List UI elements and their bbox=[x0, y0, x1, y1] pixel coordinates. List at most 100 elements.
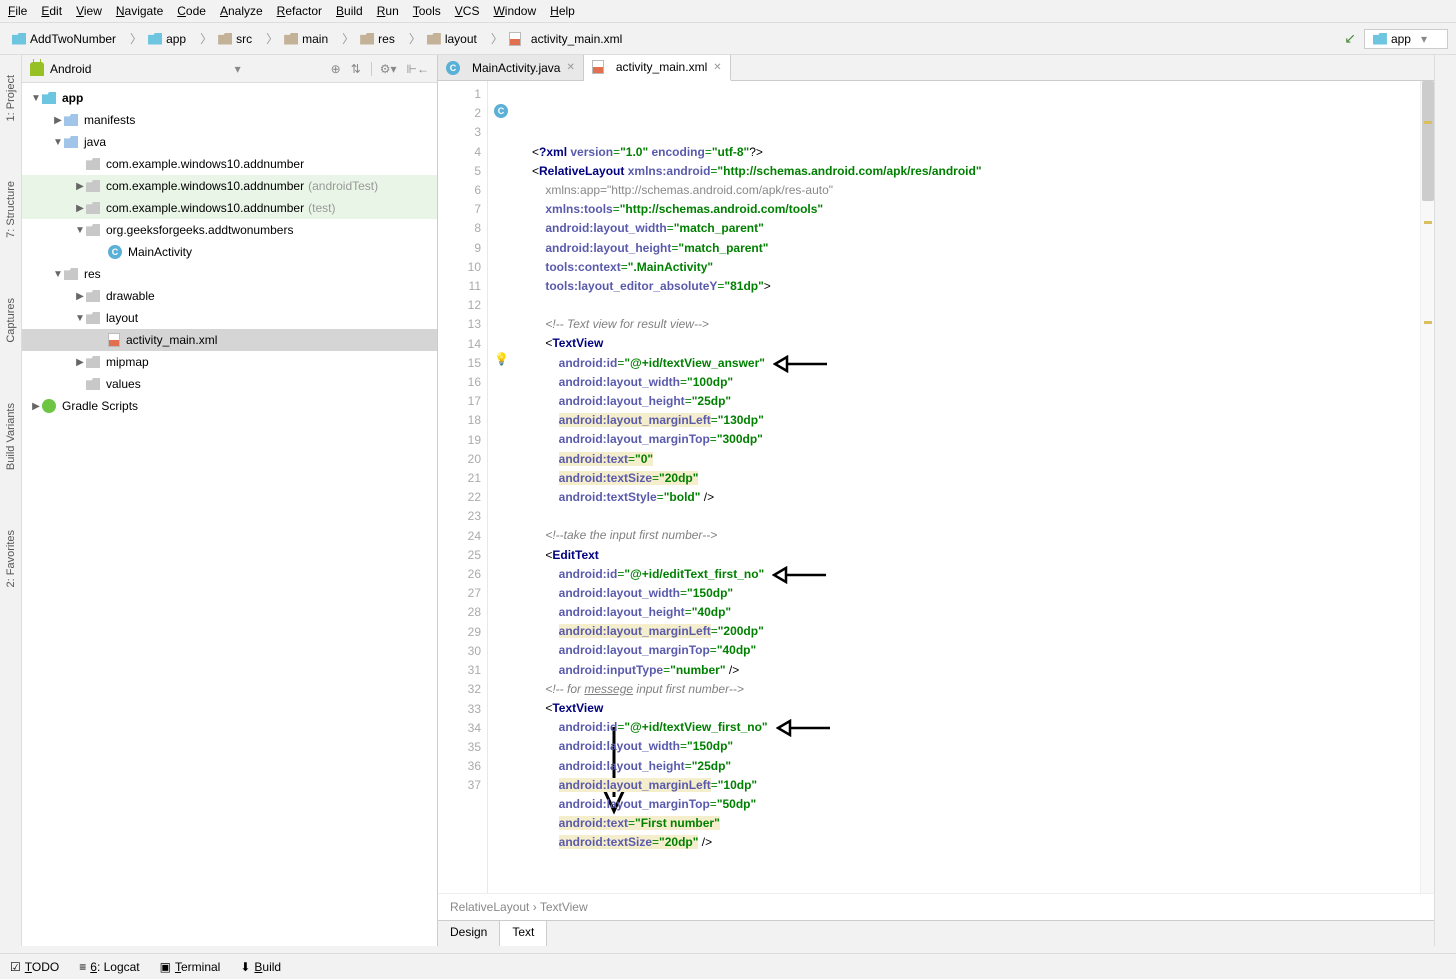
menu-help[interactable]: Help bbox=[550, 4, 575, 18]
bottom-tab-build[interactable]: ⬇Build bbox=[240, 960, 281, 974]
code-line[interactable]: android:layout_height="match_parent" bbox=[532, 239, 1420, 258]
editor-mode-tab-design[interactable]: Design bbox=[438, 921, 500, 946]
menu-refactor[interactable]: Refactor bbox=[277, 4, 322, 18]
code-line[interactable]: android:layout_width="150dp" bbox=[532, 737, 1420, 756]
editor-tab[interactable]: activity_main.xml✕ bbox=[584, 55, 731, 81]
menu-file[interactable]: File bbox=[8, 4, 27, 18]
code-line[interactable]: <!-- for messege input first number--> bbox=[532, 680, 1420, 699]
breadcrumb-item[interactable]: 〉layout bbox=[403, 28, 481, 49]
breadcrumb-item[interactable]: 〉res bbox=[336, 28, 399, 49]
code-line[interactable]: android:text="0" bbox=[532, 450, 1420, 469]
code-line[interactable]: android:layout_marginLeft="130dp" bbox=[532, 411, 1420, 430]
code-line[interactable]: <RelativeLayout xmlns:android="http://sc… bbox=[532, 162, 1420, 181]
tree-item[interactable]: ▶drawable bbox=[22, 285, 437, 307]
bottom-tab-terminal[interactable]: ▣Terminal bbox=[160, 960, 221, 974]
expand-arrow[interactable]: ▶ bbox=[30, 401, 42, 412]
code-line[interactable]: android:layout_width="100dp" bbox=[532, 373, 1420, 392]
code-line[interactable]: android:layout_height="25dp" bbox=[532, 757, 1420, 776]
code-breadcrumb-item[interactable]: TextView bbox=[540, 900, 588, 914]
code-line[interactable] bbox=[532, 296, 1420, 315]
expand-arrow[interactable]: ▼ bbox=[52, 269, 64, 280]
code-line[interactable]: <!-- Text view for result view--> bbox=[532, 315, 1420, 334]
tree-item[interactable]: ▼res bbox=[22, 263, 437, 285]
code-line[interactable]: android:id="@+id/textView_first_no" bbox=[532, 718, 1420, 737]
code-editor[interactable]: <?xml version="1.0" encoding="utf-8"?><R… bbox=[516, 81, 1420, 893]
code-line[interactable]: android:layout_height="25dp" bbox=[532, 392, 1420, 411]
minimize-icon[interactable]: ⊩← bbox=[407, 62, 429, 76]
code-line[interactable]: android:layout_marginTop="40dp" bbox=[532, 641, 1420, 660]
code-line[interactable]: android:layout_width="match_parent" bbox=[532, 219, 1420, 238]
tree-item[interactable]: ▼org.geeksforgeeks.addtwonumbers bbox=[22, 219, 437, 241]
close-icon[interactable]: ✕ bbox=[566, 62, 574, 73]
breadcrumb-item[interactable]: 〉activity_main.xml bbox=[485, 28, 626, 49]
tree-item[interactable]: activity_main.xml bbox=[22, 329, 437, 351]
scrollbar[interactable] bbox=[1420, 81, 1434, 893]
menu-window[interactable]: Window bbox=[493, 4, 536, 18]
code-breadcrumb[interactable]: RelativeLayout › TextView bbox=[438, 893, 1434, 920]
menu-run[interactable]: Run bbox=[377, 4, 399, 18]
chevron-down-icon[interactable]: ▾ bbox=[235, 62, 241, 76]
menu-navigate[interactable]: Navigate bbox=[116, 4, 163, 18]
left-tab-structure[interactable]: 7: Structure bbox=[5, 181, 17, 238]
code-breadcrumb-item[interactable]: RelativeLayout bbox=[450, 900, 529, 914]
expand-arrow[interactable]: ▼ bbox=[30, 93, 42, 104]
left-tab-project[interactable]: 1: Project bbox=[5, 75, 17, 121]
project-tree[interactable]: ▼app▶manifests▼javacom.example.windows10… bbox=[22, 83, 437, 946]
code-line[interactable]: android:id="@+id/textView_answer" bbox=[532, 354, 1420, 373]
menu-analyze[interactable]: Analyze bbox=[220, 4, 263, 18]
code-line[interactable]: <EditText bbox=[532, 546, 1420, 565]
code-line[interactable]: android:layout_marginLeft="10dp" bbox=[532, 776, 1420, 795]
code-line[interactable]: android:inputType="number" /> bbox=[532, 661, 1420, 680]
code-line[interactable]: android:layout_marginTop="50dp" bbox=[532, 795, 1420, 814]
tree-item[interactable]: ▶manifests bbox=[22, 109, 437, 131]
expand-arrow[interactable]: ▶ bbox=[74, 181, 86, 192]
menu-edit[interactable]: Edit bbox=[41, 4, 62, 18]
expand-arrow[interactable]: ▼ bbox=[74, 313, 86, 324]
related-class-icon[interactable]: C bbox=[494, 104, 508, 118]
expand-arrow[interactable]: ▼ bbox=[52, 137, 64, 148]
code-line[interactable]: android:text="First number" bbox=[532, 814, 1420, 833]
editor-mode-tab-text[interactable]: Text bbox=[500, 921, 547, 946]
tree-item[interactable]: com.example.windows10.addnumber bbox=[22, 153, 437, 175]
breadcrumb-item[interactable]: 〉src bbox=[194, 28, 256, 49]
close-icon[interactable]: ✕ bbox=[713, 62, 721, 73]
code-line[interactable]: android:layout_marginLeft="200dp" bbox=[532, 622, 1420, 641]
code-line[interactable]: android:textSize="20dp" bbox=[532, 469, 1420, 488]
code-area[interactable]: 1234567891011121314151617181920212223242… bbox=[438, 81, 1434, 893]
tree-item[interactable]: ▼layout bbox=[22, 307, 437, 329]
code-line[interactable]: tools:layout_editor_absoluteY="81dp"> bbox=[532, 277, 1420, 296]
code-line[interactable]: android:layout_height="40dp" bbox=[532, 603, 1420, 622]
expand-arrow[interactable]: ▶ bbox=[74, 291, 86, 302]
menu-build[interactable]: Build bbox=[336, 4, 363, 18]
breadcrumb-item[interactable]: AddTwoNumber bbox=[8, 30, 120, 48]
autoscroll-icon[interactable]: ⇅ bbox=[351, 62, 361, 76]
left-tab-buildvariants[interactable]: Build Variants bbox=[5, 403, 17, 470]
hide-icon[interactable]: ⚙▾ bbox=[371, 62, 397, 76]
tree-item[interactable]: ▼app bbox=[22, 87, 437, 109]
code-line[interactable]: android:id="@+id/editText_first_no" bbox=[532, 565, 1420, 584]
code-line[interactable]: <TextView bbox=[532, 334, 1420, 353]
code-line[interactable]: <!--take the input first number--> bbox=[532, 526, 1420, 545]
code-line[interactable] bbox=[532, 507, 1420, 526]
tree-item[interactable]: values bbox=[22, 373, 437, 395]
tree-item[interactable]: ▶Gradle Scripts bbox=[22, 395, 437, 417]
collapse-icon[interactable]: ⊕ bbox=[331, 62, 341, 76]
editor-tab[interactable]: CMainActivity.java✕ bbox=[438, 55, 584, 80]
code-line[interactable]: <?xml version="1.0" encoding="utf-8"?> bbox=[532, 143, 1420, 162]
project-view-label[interactable]: Android bbox=[50, 62, 91, 76]
tree-item[interactable]: ▶com.example.windows10.addnumber(test) bbox=[22, 197, 437, 219]
breadcrumb-item[interactable]: 〉app bbox=[124, 28, 190, 49]
run-config-dropdown[interactable]: app ▾ bbox=[1364, 29, 1448, 49]
code-line[interactable]: android:layout_width="150dp" bbox=[532, 584, 1420, 603]
menu-vcs[interactable]: VCS bbox=[455, 4, 480, 18]
code-line[interactable]: android:layout_marginTop="300dp" bbox=[532, 430, 1420, 449]
left-tab-favorites[interactable]: 2: Favorites bbox=[5, 530, 17, 587]
code-line[interactable]: <TextView bbox=[532, 699, 1420, 718]
breadcrumb-item[interactable]: 〉main bbox=[260, 28, 332, 49]
menu-code[interactable]: Code bbox=[177, 4, 206, 18]
code-line[interactable]: android:textStyle="bold" /> bbox=[532, 488, 1420, 507]
tree-item[interactable]: ▶mipmap bbox=[22, 351, 437, 373]
tree-item[interactable]: CMainActivity bbox=[22, 241, 437, 263]
menu-view[interactable]: View bbox=[76, 4, 102, 18]
code-line[interactable]: android:textSize="20dp" /> bbox=[532, 833, 1420, 852]
